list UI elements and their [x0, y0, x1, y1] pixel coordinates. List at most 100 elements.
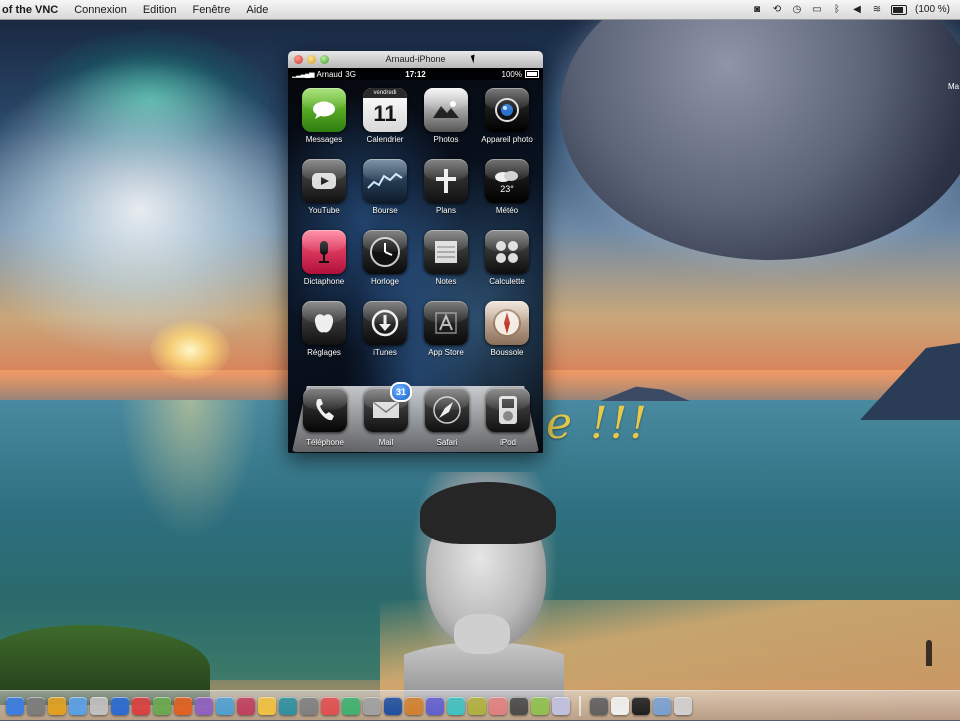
dock-app-icon[interactable]	[90, 697, 108, 715]
dock-app-icon[interactable]	[237, 697, 255, 715]
app-label: App Store	[428, 348, 464, 357]
dock-app-icon[interactable]	[674, 697, 692, 715]
dock-app-icon[interactable]	[384, 697, 402, 715]
weather-temp: 23°	[500, 184, 514, 194]
desktop-edge-label: Ma	[948, 82, 960, 91]
battery-percent: (100 %)	[914, 4, 950, 15]
app-label: Réglages	[307, 348, 341, 357]
dock-app-phone[interactable]: Téléphone	[297, 388, 353, 453]
bluetooth-icon[interactable]: ᛒ	[831, 4, 843, 15]
app-clock[interactable]: Horloge	[355, 230, 415, 300]
dock-app-icon[interactable]	[153, 697, 171, 715]
wifi-icon[interactable]: ≋	[871, 4, 883, 15]
dock-app-icon[interactable]	[300, 697, 318, 715]
app-camera[interactable]: Appareil photo	[477, 88, 537, 158]
app-appstore[interactable]: App Store	[416, 301, 476, 371]
dock-app-icon[interactable]	[174, 697, 192, 715]
mac-dock	[0, 690, 960, 721]
dock-app-icon[interactable]	[653, 697, 671, 715]
app-compass[interactable]: Boussole	[477, 301, 537, 371]
notes-icon	[424, 230, 468, 274]
app-calculator[interactable]: Calculette	[477, 230, 537, 300]
app-dictaphone[interactable]: Dictaphone	[294, 230, 354, 300]
app-itunes[interactable]: iTunes	[355, 301, 415, 371]
app-label: YouTube	[308, 206, 340, 215]
dock-app-icon[interactable]	[216, 697, 234, 715]
menu-connexion[interactable]: Connexion	[66, 4, 135, 16]
vnc-titlebar[interactable]: Arnaud-iPhone	[288, 51, 543, 69]
dock-app-ipod[interactable]: iPod	[480, 388, 536, 453]
dock-app-icon[interactable]	[279, 697, 297, 715]
app-messages[interactable]: Messages	[294, 88, 354, 158]
itunes-download-icon	[363, 301, 407, 345]
zoom-button[interactable]	[320, 55, 329, 64]
app-label: Appareil photo	[481, 135, 533, 144]
dock-app-icon[interactable]	[69, 697, 87, 715]
menu-fenetre[interactable]: Fenêtre	[184, 4, 238, 16]
dictaphone-icon	[302, 230, 346, 274]
vnc-window[interactable]: Arnaud-iPhone ▁▂▃▄▅ Arnaud 3G 17:12 100%…	[288, 51, 543, 453]
dock-app-icon[interactable]	[489, 697, 507, 715]
dock-app-icon[interactable]	[531, 697, 549, 715]
phone-icon	[303, 388, 347, 432]
dock-app-safari[interactable]: Safari	[419, 388, 475, 453]
app-youtube[interactable]: YouTube	[294, 159, 354, 229]
app-label: Bourse	[372, 206, 398, 215]
ipod-icon	[486, 388, 530, 432]
dock-separator	[579, 696, 581, 716]
dock-app-icon[interactable]	[611, 697, 629, 715]
sun-image	[150, 320, 230, 380]
dock-app-icon[interactable]	[363, 697, 381, 715]
dock-app-icon[interactable]	[195, 697, 213, 715]
screen-record-icon[interactable]: ◙	[751, 4, 763, 15]
menu-app-name[interactable]: of the VNC	[0, 4, 66, 16]
sync-icon[interactable]: ⟲	[771, 4, 783, 15]
webcam-hand	[454, 614, 510, 654]
app-settings[interactable]: Réglages	[294, 301, 354, 371]
battery-icon[interactable]	[890, 4, 907, 15]
menu-status-area: ◙ ⟲ ◷ ▭ ᛒ ◀ ≋ (100 %)	[751, 4, 960, 15]
app-label: Safari	[436, 438, 458, 447]
dock-app-icon[interactable]	[6, 697, 24, 715]
calendar-day: 11	[373, 101, 397, 126]
dock-app-icon[interactable]	[510, 697, 528, 715]
dock-app-icon[interactable]	[321, 697, 339, 715]
display-icon[interactable]: ▭	[811, 4, 823, 15]
dock-app-icon[interactable]	[468, 697, 486, 715]
app-calendar[interactable]: vendredi 11 Calendrier	[355, 88, 415, 158]
app-photos[interactable]: Photos	[416, 88, 476, 158]
app-maps[interactable]: Plans	[416, 159, 476, 229]
app-label: Calendrier	[366, 135, 404, 144]
dock-app-icon[interactable]	[552, 697, 570, 715]
dock-app-icon[interactable]	[132, 697, 150, 715]
photos-icon	[424, 88, 468, 132]
time-machine-icon[interactable]: ◷	[791, 4, 803, 15]
dock-app-icon[interactable]	[632, 697, 650, 715]
close-button[interactable]	[294, 55, 303, 64]
menu-edition[interactable]: Edition	[135, 4, 185, 16]
maps-icon	[424, 159, 468, 203]
app-label: Boussole	[490, 348, 524, 357]
calendar-weekday: vendredi	[363, 88, 407, 98]
app-label: Messages	[305, 135, 343, 144]
ios-status-bar: ▁▂▃▄▅ Arnaud 3G 17:12 100%	[288, 68, 543, 80]
volume-icon[interactable]: ◀	[851, 4, 863, 15]
dock-app-mail[interactable]: 31 Mail	[358, 382, 414, 453]
dock-app-icon[interactable]	[426, 697, 444, 715]
menu-aide[interactable]: Aide	[238, 4, 276, 16]
dock-app-icon[interactable]	[48, 697, 66, 715]
iphone-screen[interactable]: ▁▂▃▄▅ Arnaud 3G 17:12 100% Messages vend…	[288, 68, 543, 453]
dock-app-icon[interactable]	[27, 697, 45, 715]
app-stocks[interactable]: Bourse	[355, 159, 415, 229]
beach-figure	[926, 640, 932, 666]
dock-app-icon[interactable]	[111, 697, 129, 715]
dock-app-icon[interactable]	[342, 697, 360, 715]
dock-app-icon[interactable]	[590, 697, 608, 715]
dock-app-icon[interactable]	[405, 697, 423, 715]
dock-app-icon[interactable]	[258, 697, 276, 715]
desktop-overlay-text: e !!!	[546, 398, 650, 449]
app-notes[interactable]: Notes	[416, 230, 476, 300]
app-weather[interactable]: 23° Météo	[477, 159, 537, 229]
minimize-button[interactable]	[307, 55, 316, 64]
dock-app-icon[interactable]	[447, 697, 465, 715]
